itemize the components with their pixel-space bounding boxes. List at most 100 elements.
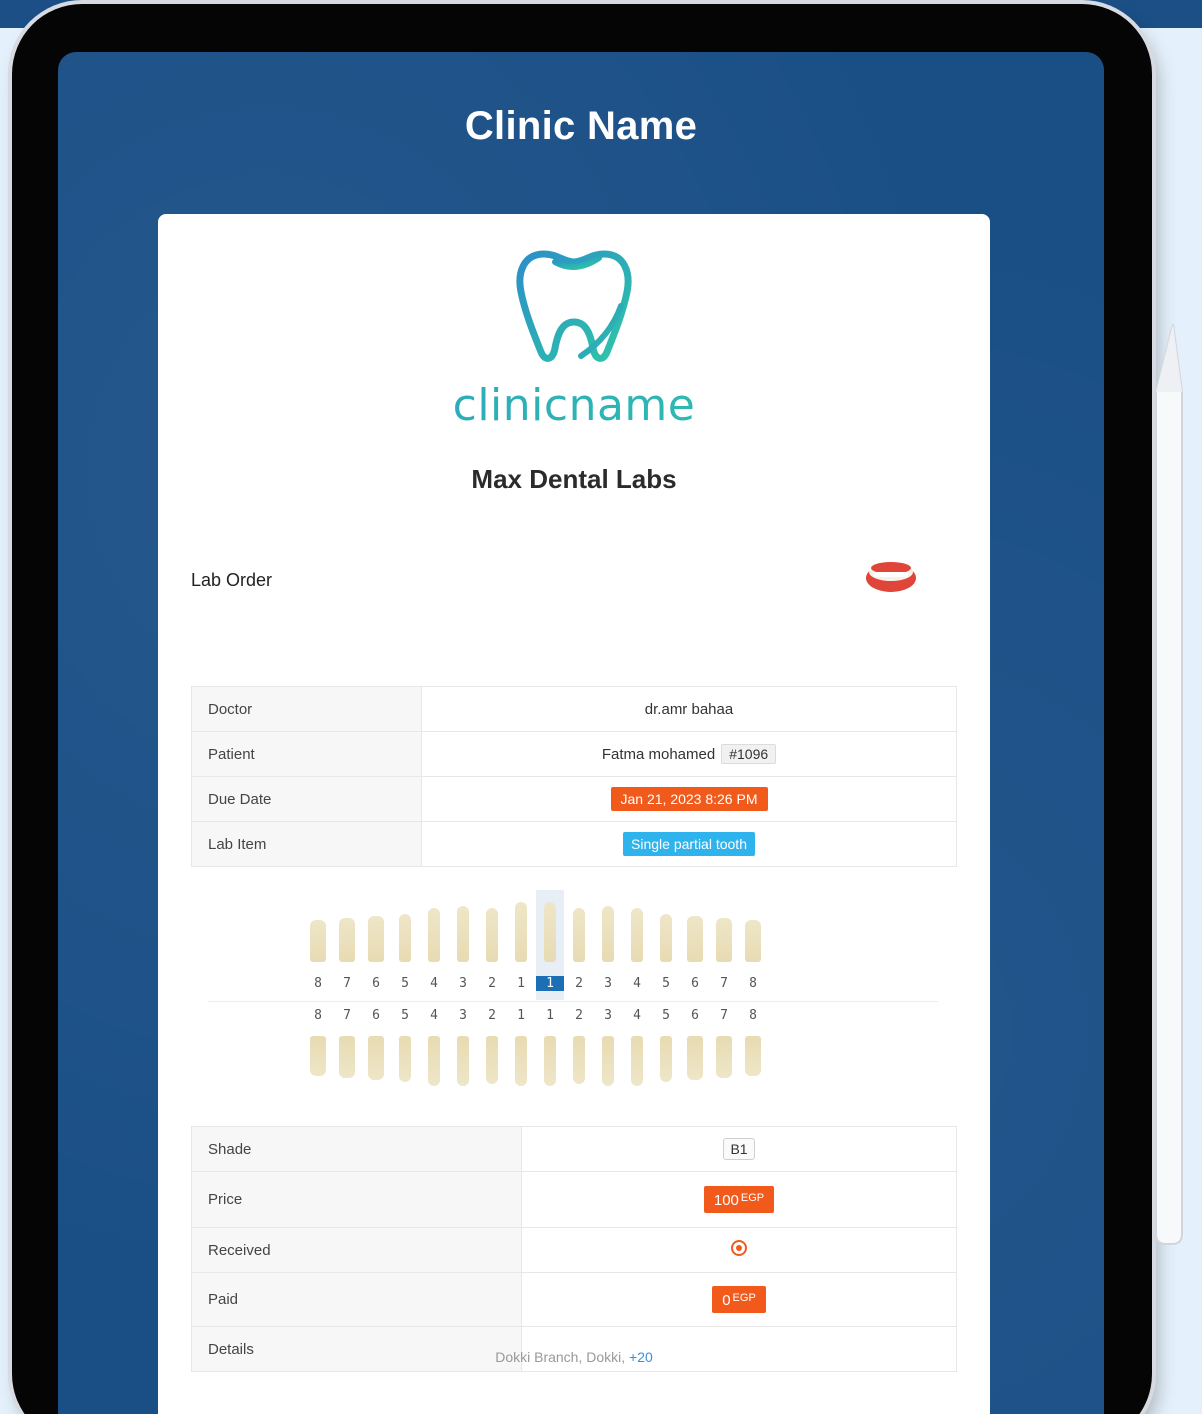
upper-tooth-number[interactable]: 3: [449, 976, 477, 991]
patient-name[interactable]: Fatma mohamed: [602, 746, 715, 763]
lower-tooth[interactable]: [687, 1036, 703, 1080]
tooth-column[interactable]: 22: [478, 890, 506, 1090]
lower-tooth[interactable]: [573, 1036, 585, 1084]
upper-tooth-number[interactable]: 5: [391, 976, 419, 991]
lower-tooth-number[interactable]: 2: [565, 1008, 593, 1023]
lower-tooth[interactable]: [745, 1036, 761, 1076]
upper-tooth[interactable]: [368, 916, 384, 962]
tooth-column[interactable]: 66: [362, 890, 390, 1090]
tooth-column[interactable]: 44: [623, 890, 651, 1090]
lower-tooth-number[interactable]: 1: [536, 1008, 564, 1023]
tooth-column[interactable]: 55: [652, 890, 680, 1090]
upper-tooth[interactable]: [716, 918, 732, 962]
upper-tooth[interactable]: [687, 916, 703, 962]
paid-amount: 0: [722, 1292, 731, 1309]
upper-tooth[interactable]: [486, 908, 498, 962]
upper-tooth-number[interactable]: 5: [652, 976, 680, 991]
clinic-logo-text: clinicname: [158, 380, 990, 431]
lower-tooth-number[interactable]: 6: [681, 1008, 709, 1023]
tooth-column[interactable]: 77: [710, 890, 738, 1090]
tooth-column[interactable]: 22: [565, 890, 593, 1090]
tooth-column[interactable]: 55: [391, 890, 419, 1090]
upper-tooth[interactable]: [457, 906, 469, 962]
lower-tooth-number[interactable]: 7: [710, 1008, 738, 1023]
upper-tooth[interactable]: [660, 914, 672, 962]
tooth-column[interactable]: 88: [739, 890, 767, 1090]
lab-order-title: Lab Order: [191, 570, 273, 590]
upper-tooth-number[interactable]: 6: [681, 976, 709, 991]
upper-tooth-number[interactable]: 3: [594, 976, 622, 991]
lower-tooth[interactable]: [486, 1036, 498, 1084]
lower-tooth-number[interactable]: 5: [652, 1008, 680, 1023]
lower-tooth-number[interactable]: 2: [478, 1008, 506, 1023]
upper-tooth[interactable]: [428, 908, 440, 962]
lower-tooth-number[interactable]: 1: [507, 1008, 535, 1023]
upper-tooth-number[interactable]: 4: [623, 976, 651, 991]
upper-tooth[interactable]: [399, 914, 411, 962]
upper-tooth[interactable]: [631, 908, 643, 962]
lower-tooth-number[interactable]: 8: [304, 1008, 332, 1023]
table-row: Due Date Jan 21, 2023 8:26 PM: [191, 776, 957, 822]
tooth-column[interactable]: 66: [681, 890, 709, 1090]
lower-tooth-number[interactable]: 6: [362, 1008, 390, 1023]
upper-tooth-number[interactable]: 2: [478, 976, 506, 991]
lower-tooth-number[interactable]: 7: [333, 1008, 361, 1023]
lower-tooth-number[interactable]: 4: [420, 1008, 448, 1023]
table-row: Shade B1: [191, 1126, 957, 1172]
tooth-column[interactable]: 33: [594, 890, 622, 1090]
upper-tooth-number[interactable]: 1: [507, 976, 535, 991]
tooth-column[interactable]: 33: [449, 890, 477, 1090]
paid-cell: 0 EGP: [521, 1272, 957, 1327]
lower-tooth[interactable]: [428, 1036, 440, 1086]
upper-tooth[interactable]: [602, 906, 614, 962]
lab-name: Max Dental Labs: [471, 464, 677, 494]
tooth-column[interactable]: 88: [304, 890, 332, 1090]
lower-tooth-number[interactable]: 8: [739, 1008, 767, 1023]
upper-tooth-number[interactable]: 7: [333, 976, 361, 991]
tablet-screen: Clinic Name clinicname Max Dental Labs L…: [58, 52, 1104, 1414]
upper-tooth-number[interactable]: 6: [362, 976, 390, 991]
tooth-column[interactable]: 11: [507, 890, 535, 1090]
lower-tooth[interactable]: [602, 1036, 614, 1086]
patient-id-badge: #1096: [721, 744, 777, 764]
price-label: Price: [191, 1171, 522, 1228]
upper-tooth[interactable]: [339, 918, 355, 962]
upper-tooth[interactable]: [573, 908, 585, 962]
doctor-label: Doctor: [191, 686, 422, 732]
lower-tooth[interactable]: [631, 1036, 643, 1086]
lower-tooth[interactable]: [339, 1036, 355, 1078]
lower-tooth-number[interactable]: 3: [449, 1008, 477, 1023]
lower-tooth-number[interactable]: 3: [594, 1008, 622, 1023]
tooth-column[interactable]: 44: [420, 890, 448, 1090]
upper-tooth-number[interactable]: 4: [420, 976, 448, 991]
lower-tooth[interactable]: [457, 1036, 469, 1086]
lower-tooth[interactable]: [716, 1036, 732, 1078]
paid-label: Paid: [191, 1272, 522, 1327]
upper-tooth[interactable]: [745, 920, 761, 962]
tooth-column[interactable]: 11: [536, 890, 564, 1090]
upper-tooth-number[interactable]: 7: [710, 976, 738, 991]
paid-badge: 0 EGP: [712, 1286, 766, 1313]
upper-tooth[interactable]: [515, 902, 527, 962]
details-table: Shade B1 Price 100 EGP Received Paid 0 E…: [191, 1126, 957, 1372]
lower-tooth-number[interactable]: 5: [391, 1008, 419, 1023]
lower-tooth[interactable]: [368, 1036, 384, 1080]
lower-tooth[interactable]: [660, 1036, 672, 1082]
upper-tooth[interactable]: [544, 902, 556, 962]
tooth-column[interactable]: 77: [333, 890, 361, 1090]
upper-tooth-number[interactable]: 2: [565, 976, 593, 991]
lower-tooth[interactable]: [544, 1036, 556, 1086]
upper-tooth[interactable]: [310, 920, 326, 962]
lower-tooth-number[interactable]: 4: [623, 1008, 651, 1023]
lower-tooth[interactable]: [399, 1036, 411, 1082]
upper-tooth-number[interactable]: 8: [739, 976, 767, 991]
upper-tooth-number[interactable]: 8: [304, 976, 332, 991]
received-cell: [521, 1227, 957, 1273]
lower-tooth[interactable]: [310, 1036, 326, 1076]
lower-tooth[interactable]: [515, 1036, 527, 1086]
footer-phone-link[interactable]: +20: [629, 1349, 653, 1365]
shade-cell: B1: [521, 1126, 957, 1172]
lab-item-label: Lab Item: [191, 821, 422, 867]
table-row: Patient Fatma mohamed #1096: [191, 731, 957, 777]
upper-tooth-number[interactable]: 1: [536, 976, 564, 991]
